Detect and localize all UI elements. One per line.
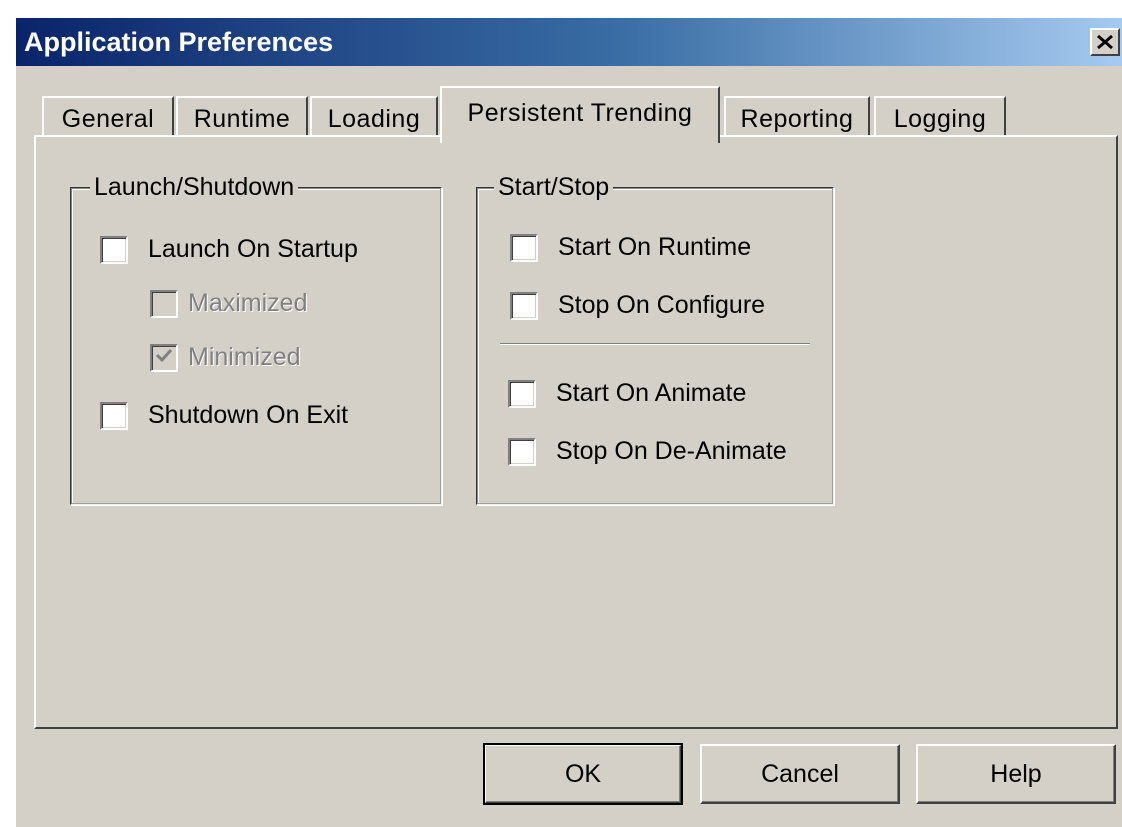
ok-button[interactable]: OK: [483, 743, 683, 805]
minimized-option: Minimized: [150, 343, 301, 372]
start-stop-separator: [500, 343, 810, 345]
preferences-dialog: Application Preferences General Runtime …: [14, 16, 1122, 827]
start-stop-group: Start/Stop Start On Runtime Stop On Conf…: [476, 173, 834, 505]
minimized-checkbox: [150, 343, 178, 372]
stop-on-deanimate-label: Stop On De-Animate: [556, 437, 787, 465]
start-on-animate-option[interactable]: Start On Animate: [508, 379, 746, 408]
stop-on-deanimate-checkbox[interactable]: [508, 437, 536, 466]
title-bar[interactable]: Application Preferences: [16, 18, 1122, 66]
start-on-runtime-option[interactable]: Start On Runtime: [510, 233, 751, 262]
maximized-checkbox: [150, 289, 178, 318]
start-on-runtime-checkbox[interactable]: [510, 233, 538, 262]
help-button[interactable]: Help: [916, 744, 1116, 804]
tab-reporting[interactable]: Reporting: [724, 96, 870, 140]
launch-on-startup-checkbox[interactable]: [100, 235, 128, 264]
close-icon: [1097, 35, 1113, 49]
maximized-option: Maximized: [150, 289, 307, 318]
maximized-label: Maximized: [188, 289, 308, 317]
window-title: Application Preferences: [24, 27, 334, 57]
tab-general[interactable]: General: [42, 96, 174, 140]
shutdown-on-exit-checkbox[interactable]: [100, 401, 128, 430]
launch-shutdown-group-title: Launch/Shutdown: [90, 173, 299, 202]
launch-on-startup-option[interactable]: Launch On Startup: [100, 235, 358, 264]
tab-runtime[interactable]: Runtime: [176, 96, 308, 140]
start-on-runtime-label: Start On Runtime: [558, 233, 752, 261]
cancel-button[interactable]: Cancel: [700, 744, 900, 804]
tab-persistent-trending[interactable]: Persistent Trending: [440, 86, 720, 143]
shutdown-on-exit-label: Shutdown On Exit: [148, 401, 349, 429]
start-on-animate-checkbox[interactable]: [508, 379, 536, 408]
tab-loading[interactable]: Loading: [310, 96, 438, 140]
tab-logging[interactable]: Logging: [874, 96, 1006, 140]
stop-on-configure-checkbox[interactable]: [510, 291, 538, 320]
start-stop-group-title: Start/Stop: [494, 173, 614, 202]
launch-on-startup-label: Launch On Startup: [148, 235, 358, 263]
minimized-label: Minimized: [188, 343, 301, 371]
tab-panel-persistent-trending: Launch/Shutdown Launch On Startup Maximi…: [34, 135, 1118, 729]
start-on-animate-label: Start On Animate: [556, 379, 747, 407]
stop-on-configure-option[interactable]: Stop On Configure: [510, 291, 765, 320]
shutdown-on-exit-option[interactable]: Shutdown On Exit: [100, 401, 348, 430]
checkmark-icon: [155, 347, 173, 368]
stop-on-configure-label: Stop On Configure: [558, 291, 766, 319]
close-button[interactable]: [1090, 28, 1120, 56]
launch-shutdown-group: Launch/Shutdown Launch On Startup Maximi…: [70, 173, 442, 505]
stop-on-deanimate-option[interactable]: Stop On De-Animate: [508, 437, 787, 466]
